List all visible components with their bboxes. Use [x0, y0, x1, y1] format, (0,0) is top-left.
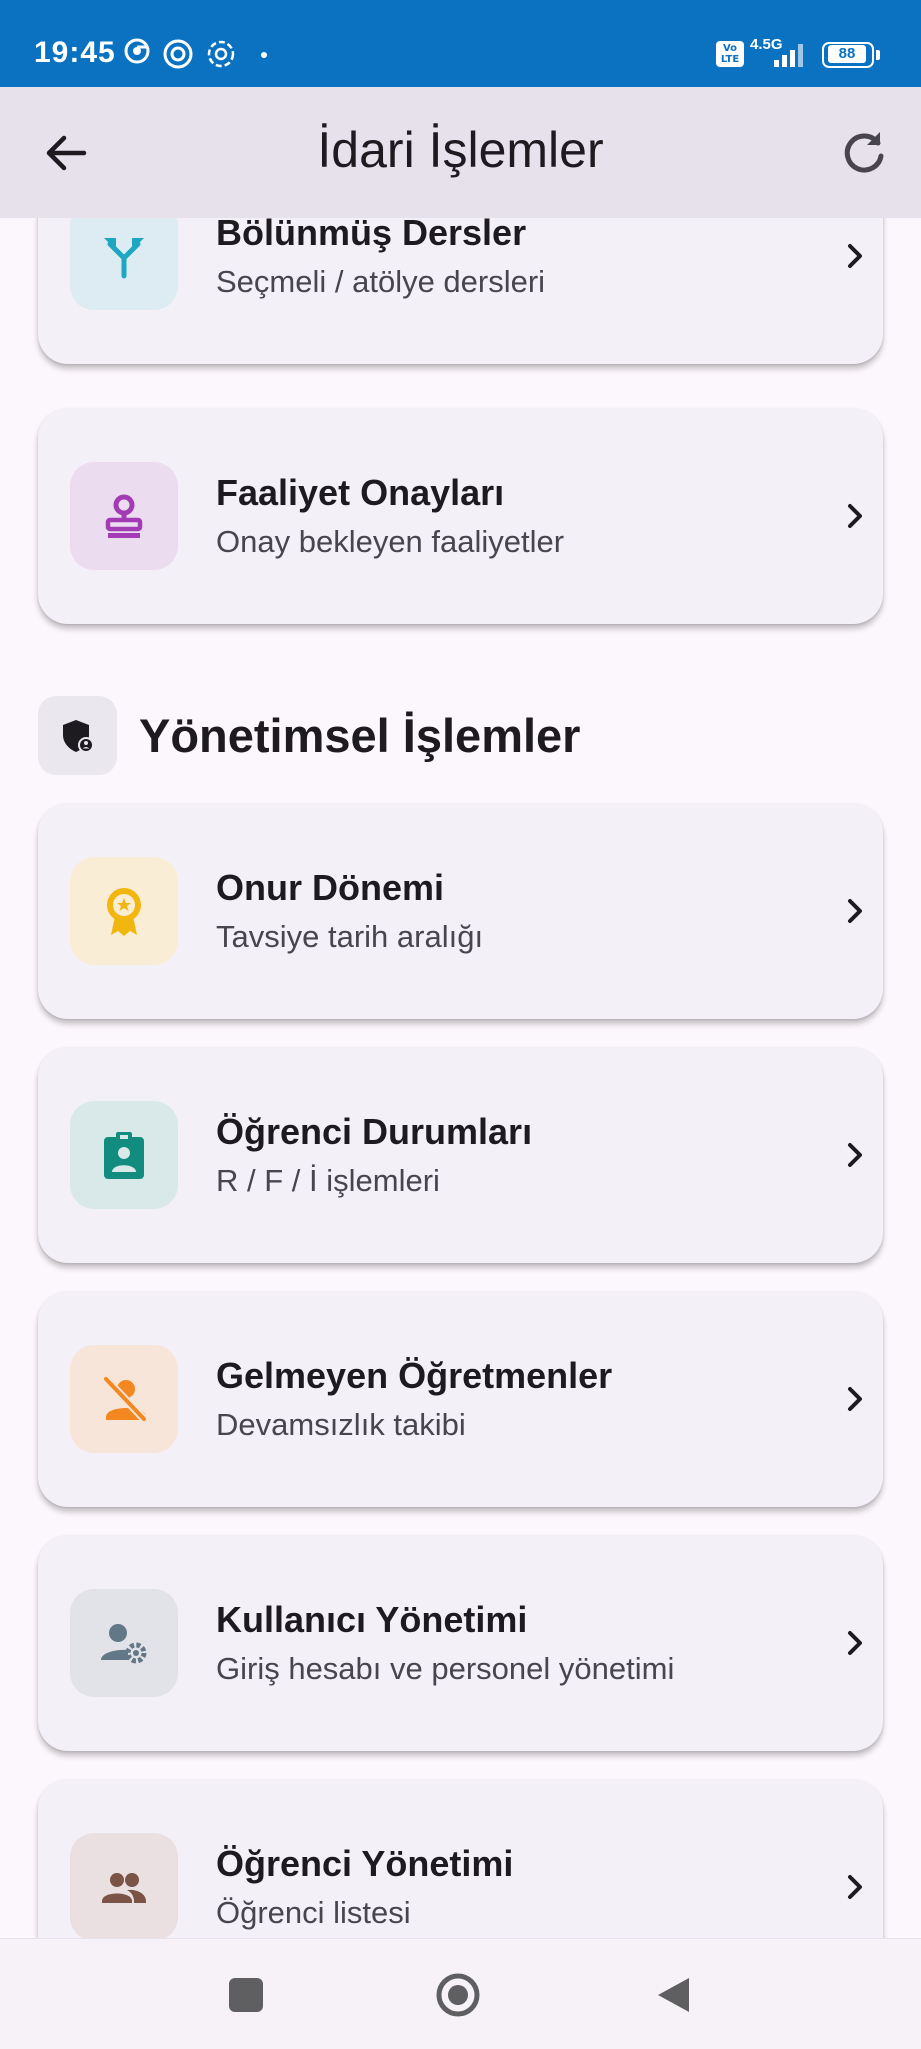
refresh-icon[interactable]: [834, 123, 894, 183]
battery-icon: 88: [822, 42, 880, 68]
chevron-right-icon: [848, 1387, 862, 1411]
chevron-right-icon: [848, 1875, 862, 1899]
card-title: Faaliyet Onayları: [216, 472, 505, 513]
card-title: Öğrenci Yönetimi: [216, 1843, 514, 1884]
card-subtitle: Tavsiye tarih aralığı: [216, 919, 484, 954]
card-icon-box: [70, 1345, 178, 1453]
system-nav-bar: [0, 1938, 921, 2049]
chevron-right-icon: [848, 244, 862, 268]
people-icon: [102, 1873, 146, 1903]
recent-apps-icon[interactable]: [224, 1973, 268, 2017]
split-arrow-icon: [104, 238, 144, 279]
chevron-right-icon: [848, 899, 862, 923]
card-title: Kullanıcı Yönetimi: [216, 1599, 528, 1640]
card-title: Onur Dönemi: [216, 867, 445, 908]
card-student-statuses[interactable]: Öğrenci Durumları R / F / İ işlemleri: [38, 1047, 883, 1263]
home-icon[interactable]: [436, 1973, 480, 2017]
card-subtitle: Öğrenci listesi: [216, 1895, 411, 1930]
admin-shield-icon: [62, 719, 94, 753]
section-title: Yönetimsel İşlemler: [139, 709, 581, 762]
card-icon-box: [70, 462, 178, 570]
card-honor-period[interactable]: Onur Dönemi Tavsiye tarih aralığı: [38, 803, 883, 1019]
manage-accounts-icon: [101, 1624, 147, 1664]
volte-badge: Vo LTE: [716, 41, 744, 67]
card-activity-approvals[interactable]: Faaliyet Onayları Onay bekleyen faaliyet…: [38, 408, 883, 624]
id-badge-icon: [104, 1132, 144, 1179]
status-bar: 19:45 Vo LTE 4.5G 88: [0, 0, 921, 87]
card-icon-box: [70, 1589, 178, 1697]
app-bar: İdari İşlemler: [0, 87, 921, 218]
approval-stamp-icon: [105, 494, 143, 538]
card-icon-box: [70, 1101, 178, 1209]
card-icon-box: [70, 218, 178, 310]
card-subtitle: Giriş hesabı ve personel yönetimi: [216, 1651, 675, 1686]
card-absent-teachers[interactable]: Gelmeyen Öğretmenler Devamsızlık takibi: [38, 1291, 883, 1507]
card-subtitle: R / F / İ işlemleri: [216, 1163, 440, 1198]
chevron-right-icon: [848, 1143, 862, 1167]
content-scroll[interactable]: Bölünmüş Dersler Seçmeli / atölye dersle…: [0, 218, 921, 1938]
card-student-management[interactable]: Öğrenci Yönetimi Öğrenci listesi: [38, 1779, 883, 1938]
card-title: Gelmeyen Öğretmenler: [216, 1355, 613, 1396]
card-subtitle: Seçmeli / atölye dersleri: [216, 264, 546, 299]
battery-level: 88: [828, 45, 866, 63]
card-user-management[interactable]: Kullanıcı Yönetimi Giriş hesabı ve perso…: [38, 1535, 883, 1751]
person-off-icon: [102, 1375, 148, 1423]
award-badge-icon: [107, 888, 141, 936]
signal-icon: [774, 44, 803, 67]
section-icon-box: [38, 696, 117, 775]
card-icon-box: [70, 1833, 178, 1938]
status-time: 19:45: [34, 36, 116, 69]
chevron-right-icon: [848, 1631, 862, 1655]
card-title: Bölünmüş Dersler: [216, 218, 527, 253]
card-title: Öğrenci Durumları: [216, 1111, 533, 1152]
section-header: Yönetimsel İşlemler: [38, 696, 883, 776]
openai-icon: [207, 40, 235, 68]
card-subtitle: Onay bekleyen faaliyetler: [216, 524, 565, 559]
page-title: İdari İşlemler: [317, 122, 604, 178]
card-split-lessons[interactable]: Bölünmüş Dersler Seçmeli / atölye dersle…: [38, 218, 883, 364]
card-subtitle: Devamsızlık takibi: [216, 1407, 466, 1442]
chrome-icon: [124, 38, 150, 64]
card-icon-box: [70, 857, 178, 965]
notification-dot: [261, 52, 267, 58]
back-triangle-icon[interactable]: [652, 1973, 696, 2017]
threads-icon: [163, 39, 193, 69]
chevron-right-icon: [848, 504, 862, 528]
